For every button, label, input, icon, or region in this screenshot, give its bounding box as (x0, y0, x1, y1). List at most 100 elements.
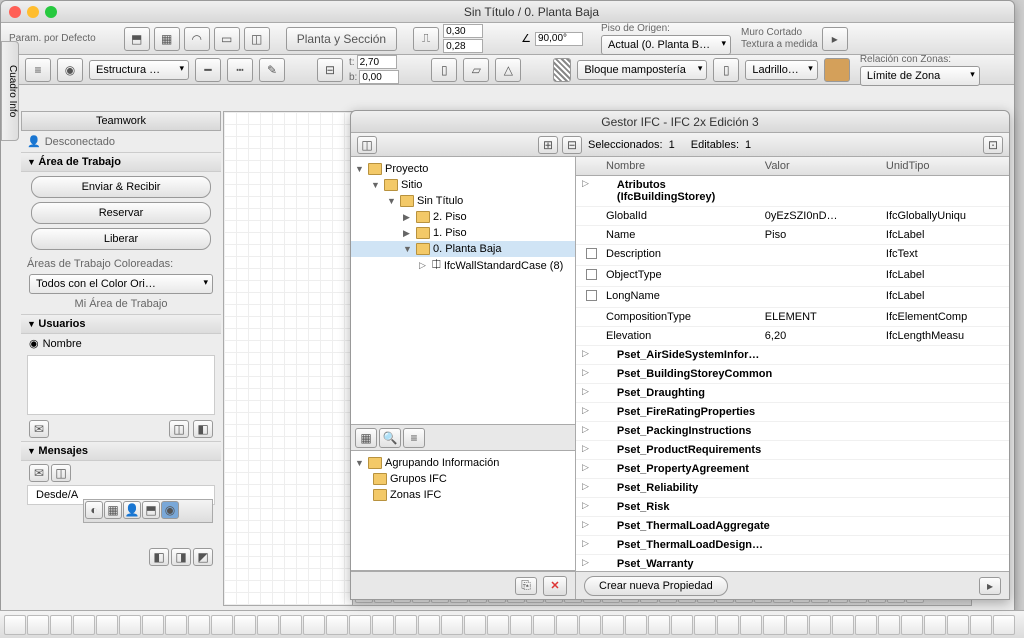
property-row[interactable]: Atributos (IfcBuildingStorey) (576, 176, 1009, 207)
tree-item[interactable]: ▷⎅IfcWallStandardCase (8) (351, 257, 575, 274)
tool-icon[interactable] (487, 615, 509, 635)
chevron-right-icon[interactable]: ▸ (822, 27, 848, 51)
tool-icon[interactable] (165, 615, 187, 635)
send-receive-button[interactable]: Enviar & Recibir (31, 176, 211, 198)
tool-icon[interactable] (993, 615, 1015, 635)
close-button[interactable]: ✕ (543, 576, 567, 596)
drawing-canvas[interactable] (223, 111, 353, 606)
tool-icon[interactable] (625, 615, 647, 635)
height-input-1[interactable] (443, 24, 483, 38)
hatch-icon[interactable] (553, 58, 571, 82)
property-row[interactable]: Pset_Risk (576, 498, 1009, 517)
tool-icon[interactable] (579, 615, 601, 635)
tool-icon[interactable] (809, 615, 831, 635)
tool-icon[interactable] (303, 615, 325, 635)
tool-icon[interactable] (671, 615, 693, 635)
new-property-button[interactable]: Crear nueva Propiedad (584, 576, 728, 596)
property-row[interactable]: Pset_Warranty (576, 555, 1009, 571)
view-icon[interactable]: ⬒ (142, 501, 160, 519)
tool-icon[interactable] (441, 615, 463, 635)
material-dropdown[interactable]: Bloque mampostería (577, 60, 707, 80)
tool-icon[interactable] (924, 615, 946, 635)
tool-icon[interactable] (418, 615, 440, 635)
tool-icon[interactable] (257, 615, 279, 635)
tool-icon[interactable] (4, 615, 26, 635)
property-row[interactable]: Pset_PropertyAgreement (576, 460, 1009, 479)
zona-dropdown[interactable]: Límite de Zona (860, 66, 980, 86)
tool-icon[interactable] (648, 615, 670, 635)
tool-icon[interactable] (832, 615, 854, 635)
release-button[interactable]: Liberar (31, 228, 211, 250)
line-icon[interactable]: ┅ (227, 58, 253, 82)
tool-icon[interactable]: ✉ (29, 420, 49, 438)
settings-icon[interactable]: ⊡ (983, 136, 1003, 154)
tree-item[interactable]: ▶2. Piso (351, 209, 575, 225)
line-icon[interactable]: ━ (195, 58, 221, 82)
property-row[interactable]: Pset_ThermalLoadDesign… (576, 536, 1009, 555)
tool-icon[interactable] (464, 615, 486, 635)
tool-icon[interactable] (372, 615, 394, 635)
view-icon[interactable]: ◐ (85, 501, 103, 519)
tool-icon[interactable] (50, 615, 72, 635)
tool-icon[interactable]: ◧ (149, 548, 169, 566)
property-row[interactable]: Pset_Reliability (576, 479, 1009, 498)
tool-icon[interactable] (878, 615, 900, 635)
property-row[interactable]: Pset_Draughting (576, 384, 1009, 403)
tool-icon[interactable]: ▭ (214, 27, 240, 51)
tree-item[interactable]: ▶1. Piso (351, 225, 575, 241)
tool-icon[interactable] (395, 615, 417, 635)
tool-icon[interactable] (188, 615, 210, 635)
tool-icon[interactable] (533, 615, 555, 635)
property-row[interactable]: CompositionTypeELEMENTIfcElementComp (576, 308, 1009, 327)
tool-icon[interactable] (211, 615, 233, 635)
tool-icon[interactable]: ◫ (51, 464, 71, 482)
tool-icon[interactable] (786, 615, 808, 635)
tree-tool-icon[interactable]: ◫ (357, 136, 377, 154)
tool-icon[interactable] (119, 615, 141, 635)
tool-icon[interactable]: ◧ (193, 420, 213, 438)
b-input[interactable] (359, 70, 399, 84)
tool-icon[interactable]: ◫ (244, 27, 270, 51)
tool-icon[interactable] (27, 615, 49, 635)
close-icon[interactable] (9, 6, 21, 18)
property-row[interactable]: GlobalId0yEzSZI0nD…IfcGloballyUniqu (576, 207, 1009, 226)
project-tree[interactable]: ▼Proyecto▼Sitio▼Sin Título▶2. Piso▶1. Pi… (351, 157, 575, 425)
tool-icon[interactable]: ◠ (184, 27, 210, 51)
pen-icon[interactable]: ✎ (259, 58, 285, 82)
property-row[interactable]: Pset_AirSideSystemInfor… (576, 346, 1009, 365)
search-icon[interactable]: 🔍 (379, 428, 401, 448)
tool-icon[interactable] (740, 615, 762, 635)
users-list[interactable] (27, 355, 215, 415)
property-row[interactable]: Elevation6,20IfcLengthMeasu (576, 327, 1009, 346)
expand-icon[interactable]: ⊞ (538, 136, 558, 154)
tool-icon[interactable] (234, 615, 256, 635)
reserve-button[interactable]: Reservar (31, 202, 211, 224)
tool-icon[interactable] (96, 615, 118, 635)
property-table[interactable]: Nombre Valor UnidTipo Atributos (IfcBuil… (576, 157, 1009, 571)
tree-item[interactable]: ▼Sin Título (351, 193, 575, 209)
property-row[interactable]: Pset_FireRatingProperties (576, 403, 1009, 422)
property-row[interactable]: NamePisoIfcLabel (576, 226, 1009, 245)
view-icon[interactable]: ▦ (104, 501, 122, 519)
dim-icon[interactable]: ⊟ (317, 58, 343, 82)
angle-input[interactable] (535, 32, 583, 46)
ifc-titlebar[interactable]: Gestor IFC - IFC 2x Edición 3 (351, 111, 1009, 133)
messages-header[interactable]: Mensajes (21, 441, 221, 461)
tab-icon[interactable]: ▦ (355, 428, 377, 448)
property-row[interactable]: Pset_ProductRequirements (576, 441, 1009, 460)
tool-icon[interactable]: ✉ (29, 464, 49, 482)
zoom-icon[interactable] (45, 6, 57, 18)
param-label[interactable]: Param. por Defecto (9, 33, 96, 44)
tool-icon[interactable] (556, 615, 578, 635)
section-button[interactable]: Planta y Sección (286, 27, 397, 51)
property-row[interactable]: Pset_BuildingStoreyCommon (576, 365, 1009, 384)
tool-icon[interactable] (326, 615, 348, 635)
tool-icon[interactable] (602, 615, 624, 635)
tab-icon[interactable]: ≡ (403, 428, 425, 448)
tool-icon[interactable] (510, 615, 532, 635)
view-icon[interactable]: ◉ (161, 501, 179, 519)
ladrillo-dropdown[interactable]: Ladrillo… (745, 60, 817, 80)
property-row[interactable]: DescriptionIfcText (576, 245, 1009, 266)
height-input-2[interactable] (443, 39, 483, 53)
profile-icon[interactable]: ▱ (463, 58, 489, 82)
